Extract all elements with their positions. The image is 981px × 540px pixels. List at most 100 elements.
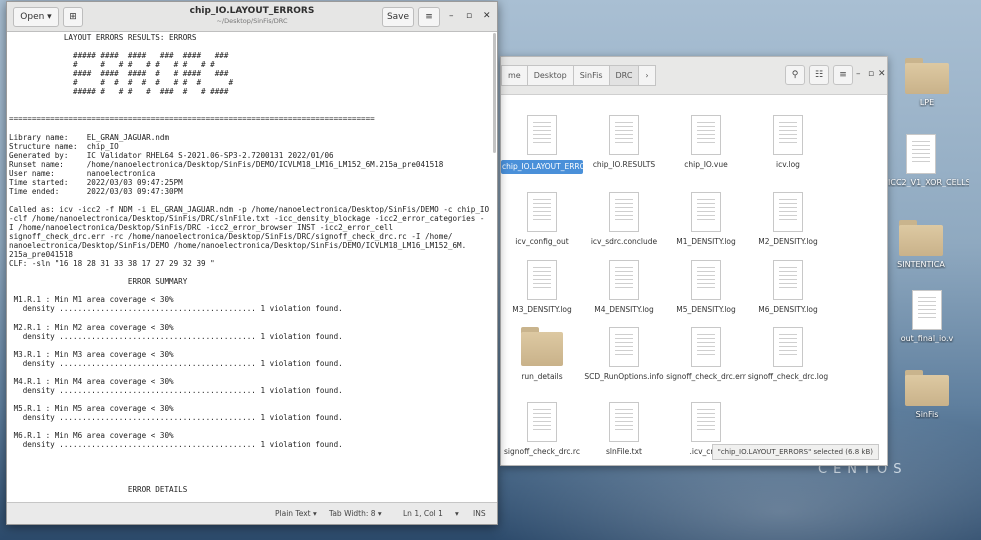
file-item[interactable]: icv.log bbox=[747, 115, 829, 170]
breadcrumb-desktop[interactable]: Desktop bbox=[526, 65, 574, 86]
file-name: signoff_check_drc.log bbox=[747, 372, 829, 381]
editor-statusbar: Plain Text ▾ Tab Width: 8 ▾ Ln 1, Col 1 … bbox=[7, 502, 497, 524]
desktop-item-label: out_final_io.v bbox=[900, 334, 954, 343]
window-subtitle: ~/Desktop/SinFis/DRC bbox=[216, 17, 288, 25]
document-icon bbox=[691, 327, 721, 367]
file-item[interactable]: chip_IO.vue bbox=[665, 115, 747, 170]
maximize-button[interactable]: ▫ bbox=[868, 69, 874, 79]
document-icon bbox=[691, 402, 721, 442]
file-name: signoff_check_drc.rc bbox=[504, 447, 580, 456]
language-selector[interactable]: Plain Text ▾ bbox=[275, 509, 317, 518]
file-item[interactable]: icv_sdrc.conclude bbox=[583, 192, 665, 247]
cursor-position: Ln 1, Col 1 bbox=[403, 509, 443, 518]
file-name: SCD_RunOptions.info bbox=[584, 372, 664, 381]
file-name: M6_DENSITY.log bbox=[758, 305, 818, 314]
file-item[interactable]: signoff_check_drc.err bbox=[665, 327, 747, 382]
new-document-button[interactable]: ⊞ bbox=[63, 7, 83, 27]
window-title: chip_IO.LAYOUT_ERRORS bbox=[189, 6, 315, 16]
file-item[interactable]: signoff_check_drc.rc bbox=[501, 402, 583, 457]
file-name: M3_DENSITY.log bbox=[512, 305, 572, 314]
file-name: slnFile.txt bbox=[606, 447, 642, 456]
file-item[interactable]: M6_DENSITY.log bbox=[747, 260, 829, 315]
file-item[interactable]: M4_DENSITY.log bbox=[583, 260, 665, 315]
document-icon bbox=[773, 327, 803, 367]
document-icon bbox=[912, 290, 942, 330]
file-item[interactable]: M2_DENSITY.log bbox=[747, 192, 829, 247]
document-text[interactable]: LAYOUT ERRORS RESULTS: ERRORS ##### ####… bbox=[7, 33, 497, 494]
menu-button[interactable]: ≡ bbox=[418, 7, 440, 27]
minimize-button[interactable]: – bbox=[449, 11, 454, 21]
desktop-folder-lpe[interactable]: LPE bbox=[885, 58, 969, 107]
file-item[interactable]: signoff_check_drc.log bbox=[747, 327, 829, 382]
file-item[interactable]: slnFile.txt bbox=[583, 402, 665, 457]
file-item[interactable]: SCD_RunOptions.info bbox=[583, 327, 665, 382]
document-icon bbox=[609, 327, 639, 367]
file-item[interactable]: chip_IO.LAYOUT_ERRORS bbox=[501, 115, 596, 174]
desktop-item-label: LPE bbox=[919, 98, 935, 107]
file-name: M4_DENSITY.log bbox=[594, 305, 654, 314]
document-icon bbox=[527, 115, 557, 155]
hamburger-icon: ≡ bbox=[425, 12, 433, 22]
search-icon: ⚲ bbox=[791, 70, 799, 80]
menu-button[interactable]: ≡ bbox=[833, 65, 853, 85]
file-name: icv_sdrc.conclude bbox=[590, 237, 658, 246]
file-item[interactable]: icv_config_out bbox=[501, 192, 583, 247]
breadcrumb-home[interactable]: me bbox=[501, 65, 528, 86]
file-item[interactable]: M1_DENSITY.log bbox=[665, 192, 747, 247]
file-name: chip_IO.RESULTS bbox=[592, 160, 656, 169]
document-icon bbox=[691, 115, 721, 155]
file-manager-header: me Desktop SinFis DRC › ⚲ ☷ ≡ – ▫ ✕ bbox=[501, 57, 887, 95]
document-icon bbox=[691, 260, 721, 300]
document-icon bbox=[609, 115, 639, 155]
desktop-file-out-final[interactable]: out_final_io.v bbox=[885, 290, 969, 343]
file-name: M5_DENSITY.log bbox=[676, 305, 736, 314]
selection-status: "chip_IO.LAYOUT_ERRORS" selected (6.8 kB… bbox=[711, 444, 879, 460]
open-button[interactable]: Open ▾ bbox=[13, 7, 59, 27]
document-icon bbox=[691, 192, 721, 232]
file-name: chip_IO.LAYOUT_ERRORS bbox=[501, 160, 596, 174]
folder-icon bbox=[905, 370, 949, 406]
breadcrumb: me Desktop SinFis DRC › bbox=[501, 65, 656, 86]
document-icon bbox=[609, 192, 639, 232]
breadcrumb-drc[interactable]: DRC bbox=[608, 65, 640, 86]
file-item[interactable]: run_details bbox=[501, 327, 583, 382]
document-icon bbox=[773, 192, 803, 232]
scrollbar[interactable] bbox=[493, 33, 496, 153]
maximize-button[interactable]: ▫ bbox=[466, 11, 472, 21]
document-icon bbox=[609, 402, 639, 442]
document-icon bbox=[527, 192, 557, 232]
file-item[interactable]: chip_IO.RESULTS bbox=[583, 115, 665, 170]
chevron-down-icon[interactable]: ▾ bbox=[455, 509, 459, 518]
file-item[interactable]: M5_DENSITY.log bbox=[665, 260, 747, 315]
file-item[interactable]: M3_DENSITY.log bbox=[501, 260, 583, 315]
document-icon bbox=[609, 260, 639, 300]
window-title-block: chip_IO.LAYOUT_ERRORS ~/Desktop/SinFis/D… bbox=[157, 6, 347, 25]
editor-headerbar: Open ▾ ⊞ chip_IO.LAYOUT_ERRORS ~/Desktop… bbox=[7, 2, 497, 32]
save-button[interactable]: Save bbox=[382, 7, 414, 27]
new-tab-icon: ⊞ bbox=[69, 12, 77, 22]
text-view[interactable]: LAYOUT ERRORS RESULTS: ERRORS ##### ####… bbox=[7, 33, 497, 502]
view-toggle-button[interactable]: ☷ bbox=[809, 65, 829, 85]
desktop-folder-sinfis[interactable]: SinFis bbox=[885, 370, 969, 419]
grid-view-icon: ☷ bbox=[814, 70, 824, 80]
file-name: icv_config_out bbox=[515, 237, 569, 246]
minimize-button[interactable]: – bbox=[856, 69, 861, 79]
file-name: run_details bbox=[521, 372, 563, 381]
document-icon bbox=[773, 115, 803, 155]
close-button[interactable]: ✕ bbox=[878, 69, 886, 79]
text-editor-window: Open ▾ ⊞ chip_IO.LAYOUT_ERRORS ~/Desktop… bbox=[6, 1, 498, 525]
document-icon bbox=[906, 134, 936, 174]
tab-width-selector[interactable]: Tab Width: 8 ▾ bbox=[329, 509, 382, 518]
document-icon bbox=[527, 402, 557, 442]
document-icon bbox=[773, 260, 803, 300]
search-button[interactable]: ⚲ bbox=[785, 65, 805, 85]
breadcrumb-sinfis[interactable]: SinFis bbox=[572, 65, 610, 86]
close-button[interactable]: ✕ bbox=[483, 11, 491, 21]
breadcrumb-forward[interactable]: › bbox=[638, 65, 656, 86]
folder-icon bbox=[905, 58, 949, 94]
file-name: M1_DENSITY.log bbox=[676, 237, 736, 246]
insert-mode: INS bbox=[473, 509, 486, 518]
file-name: icv.log bbox=[776, 160, 800, 169]
file-manager-window: me Desktop SinFis DRC › ⚲ ☷ ≡ – ▫ ✕ chip… bbox=[500, 56, 888, 466]
file-name: M2_DENSITY.log bbox=[758, 237, 818, 246]
